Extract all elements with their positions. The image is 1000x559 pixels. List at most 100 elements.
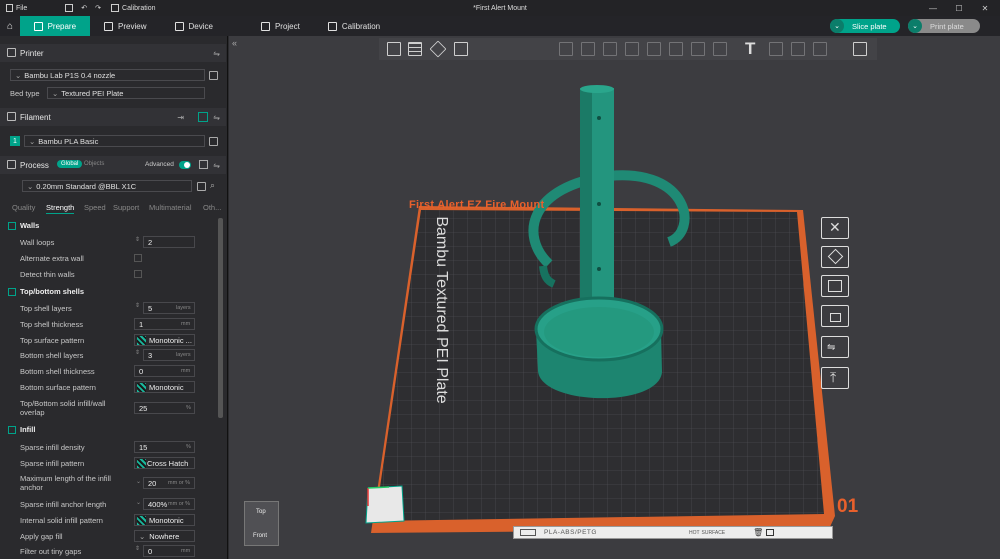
settings-scrollbar[interactable] xyxy=(218,218,223,418)
calibration-icon xyxy=(111,4,120,12)
printer-edit-icon[interactable] xyxy=(209,71,218,80)
filament-select[interactable]: ⌄ Bambu PLA Basic xyxy=(24,135,205,147)
shells-group-title: Top/bottom shells xyxy=(20,287,85,296)
filter-gaps-stepper[interactable]: ⇕ xyxy=(135,545,140,552)
orient-plate-button[interactable] xyxy=(821,246,849,268)
filament-settings-icon[interactable]: ⇋ xyxy=(213,113,220,122)
move-to-plate-button[interactable]: ⤒ xyxy=(821,367,849,389)
process-compare-icon[interactable] xyxy=(199,160,208,169)
filament-slot-badge[interactable]: 1 xyxy=(10,136,20,146)
tab-prepare[interactable]: Prepare xyxy=(20,16,91,36)
sparse-infill-density-unit: % xyxy=(186,444,191,450)
printer-section-icon xyxy=(7,48,16,57)
print-dropdown-icon[interactable]: ⌄ xyxy=(908,19,922,33)
home-button[interactable]: ⌂ xyxy=(0,16,20,36)
lock-plate-button[interactable] xyxy=(821,305,849,327)
plate-select-icon[interactable] xyxy=(766,529,775,536)
tab-calibration[interactable]: Calibration xyxy=(314,16,394,36)
bottom-surface-pattern-select[interactable]: Monotonic xyxy=(134,381,195,393)
filament-edit-icon[interactable] xyxy=(209,137,218,146)
alternate-extra-wall-label: Alternate extra wall xyxy=(20,254,84,263)
advanced-switch[interactable] xyxy=(179,161,191,169)
filament-section-header[interactable]: Filament ⇥ ⇋ xyxy=(0,108,226,126)
printer-select[interactable]: ⌄ Bambu Lab P1S 0.4 nozzle xyxy=(10,69,205,81)
sparse-infill-pattern-value: Cross Hatch xyxy=(147,458,189,468)
apply-gap-fill-select[interactable]: ⌄ Nowhere xyxy=(134,530,195,542)
top-shell-layers-unit: layers xyxy=(176,305,191,311)
sparse-infill-pattern-select[interactable]: Cross Hatch xyxy=(134,457,195,469)
printer-name: Bambu Lab P1S 0.4 nozzle xyxy=(24,70,116,80)
undo-icon: ↶ xyxy=(81,5,88,12)
arrange-plate-button[interactable] xyxy=(821,275,849,297)
redo-button[interactable]: ↷ xyxy=(91,4,105,12)
tab-project[interactable]: Project xyxy=(227,16,314,36)
filament-chevron-icon: ⌄ xyxy=(29,136,36,146)
filament-add-icon[interactable] xyxy=(198,112,208,122)
objects-toggle[interactable]: Objects xyxy=(84,161,104,167)
project-icon xyxy=(260,21,270,31)
monotonic-bottom-pattern-icon xyxy=(137,382,146,392)
tab-preview[interactable]: Preview xyxy=(90,16,160,36)
bottom-shell-thickness-unit: mm xyxy=(181,368,191,374)
alternate-extra-wall-checkbox[interactable] xyxy=(134,254,142,262)
layers-icon xyxy=(104,21,114,31)
top-surface-pattern-value: Monotonic ... xyxy=(149,335,192,345)
overlap-value: 25 xyxy=(139,403,148,413)
calibration-menu-label: Calibration xyxy=(122,4,156,12)
undo-button[interactable]: ↶ xyxy=(77,4,91,12)
max-anchor-chevron-icon[interactable]: ⌄ xyxy=(136,478,141,485)
top-surface-pattern-select[interactable]: Monotonic ... xyxy=(134,334,195,346)
orient-plate-icon xyxy=(827,248,844,265)
save-button[interactable] xyxy=(61,4,77,12)
view-cube[interactable]: Top Front xyxy=(244,501,279,546)
bottom-shell-layers-stepper[interactable]: ⇕ xyxy=(135,349,140,356)
plate-trash-icon[interactable]: 🗑 xyxy=(753,528,763,537)
overlap-label-line1: Top/Bottom solid infill/wall xyxy=(20,399,106,408)
preset-search-icon[interactable]: ⌕ xyxy=(210,180,215,191)
infill-group-icon xyxy=(8,425,16,434)
filter-tiny-gaps-label: Filter out tiny gaps xyxy=(20,547,82,556)
process-preset-select[interactable]: ⌄ 0.20mm Standard @BBL X1C xyxy=(22,180,192,192)
print-plate-button[interactable]: ⌄ Print plate xyxy=(908,19,980,33)
maximize-button[interactable]: ☐ xyxy=(946,0,972,16)
3d-viewport[interactable]: « T First Alert EZ Fire Mount Bambu Text… xyxy=(229,36,1000,559)
bed-type-select[interactable]: ⌄ Textured PEI Plate xyxy=(47,87,205,99)
subtab-speed[interactable]: Speed xyxy=(84,203,106,212)
printer-section-header[interactable]: Printer ⇋ xyxy=(0,44,226,62)
slice-dropdown-icon[interactable]: ⌄ xyxy=(830,19,844,33)
close-icon: ✕ xyxy=(829,219,841,235)
view-cube-front[interactable]: Front xyxy=(253,533,267,539)
tab-device[interactable]: Device xyxy=(161,16,227,36)
internal-solid-pattern-select[interactable]: Monotonic xyxy=(134,514,195,526)
maximize-icon: ☐ xyxy=(955,3,963,13)
wall-loops-stepper[interactable]: ⇕ xyxy=(135,236,140,243)
internal-monotonic-pattern-icon xyxy=(137,515,146,525)
slice-plate-button[interactable]: ⌄ Slice plate xyxy=(830,19,900,33)
subtab-support[interactable]: Support xyxy=(113,203,139,212)
delete-plate-button[interactable]: ✕ xyxy=(821,217,849,239)
internal-solid-pattern-label: Internal solid infill pattern xyxy=(20,516,103,525)
top-shell-layers-value: 5 xyxy=(148,303,153,313)
file-menu[interactable]: File xyxy=(0,4,33,12)
anchor-chevron-icon[interactable]: ⌄ xyxy=(136,499,141,506)
subtab-other[interactable]: Oth... xyxy=(203,203,221,212)
process-section-header: Process Global Objects Advanced ⇋ xyxy=(0,156,226,174)
top-shell-layers-stepper[interactable]: ⇕ xyxy=(135,302,140,309)
subtab-quality[interactable]: Quality xyxy=(12,203,35,212)
printer-settings-icon[interactable]: ⇋ xyxy=(213,49,220,58)
process-settings-icon[interactable]: ⇋ xyxy=(213,161,220,170)
infill-group-title: Infill xyxy=(20,425,36,434)
wall-loops-input[interactable]: 2 xyxy=(143,236,195,248)
calibration-menu[interactable]: Calibration xyxy=(105,4,161,12)
subtab-multimaterial[interactable]: Multimaterial xyxy=(149,203,192,212)
view-cube-top[interactable]: Top xyxy=(256,509,266,515)
filter-tiny-gaps-unit: mm xyxy=(181,548,191,554)
detect-thin-walls-checkbox[interactable] xyxy=(134,270,142,278)
minimize-button[interactable]: — xyxy=(920,0,946,16)
subtab-strength[interactable]: Strength xyxy=(46,203,75,214)
close-window-button[interactable]: ✕ xyxy=(972,0,998,16)
preset-save-icon[interactable] xyxy=(197,182,206,191)
global-toggle[interactable]: Global xyxy=(57,160,83,168)
plate-settings-button[interactable]: ⇋ xyxy=(821,336,849,358)
filament-sync-icon[interactable]: ⇥ xyxy=(177,113,184,122)
